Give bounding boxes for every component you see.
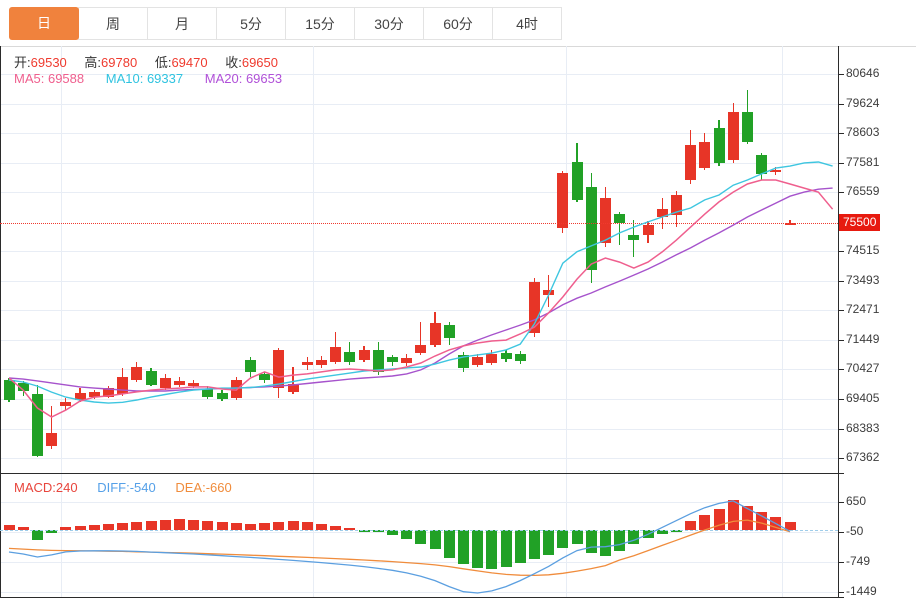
kline-chart-app: 日周月 5分 15分 30分 60分 4时 开:69530 高:69780 低:69470…: [0, 0, 916, 603]
macd-axis-label: -50: [846, 524, 864, 539]
ma5-value: 69588: [47, 71, 85, 86]
price-axis-label: 73493: [846, 272, 880, 287]
price-axis-label: 78603: [846, 125, 880, 140]
tab-60min[interactable]: 60分: [423, 7, 493, 40]
macd-readout: MACD:240 DIFF:-540 DEA:-660: [14, 480, 246, 495]
ma10-line: [8, 161, 833, 404]
ma-lines: [8, 161, 834, 418]
ohlc-readout: 开:69530 高:69780 低:69470 收:69650: [14, 52, 292, 71]
tab-5min[interactable]: 5分: [216, 7, 286, 40]
ma10-value: 69337: [146, 71, 184, 86]
high-label: 高:: [84, 55, 102, 70]
ma10-label: MA10:: [105, 71, 144, 86]
plot-axis-border: [838, 46, 839, 598]
macd-axis-label: 650: [846, 494, 867, 509]
diff-label: DIFF:: [97, 480, 130, 495]
ma20-value: 69653: [245, 71, 283, 86]
period-tabbar: 日周月 5分 15分 30分 60分 4时: [9, 7, 562, 40]
price-axis-label: 67362: [846, 450, 880, 464]
price-axis-label: 70427: [846, 361, 880, 376]
ma20-line: [8, 187, 833, 392]
ma5-line: [8, 179, 834, 418]
price-axis-label: 72471: [846, 302, 880, 317]
ma20-label: MA20:: [204, 71, 243, 86]
diff-value: -540: [129, 480, 156, 495]
ma-readout: MA5: 69588 MA10: 69337 MA20: 69653: [14, 71, 296, 86]
current-price-label: 75500: [839, 213, 881, 231]
close-label: 收:: [225, 55, 242, 70]
macd-bottom-border: [0, 597, 844, 598]
dea-line: [8, 519, 791, 577]
price-axis-label: 74515: [846, 243, 880, 258]
tab-4hour[interactable]: 4时: [492, 7, 562, 40]
dea-value: -660: [205, 480, 232, 495]
macd-axis-label: -749: [846, 554, 871, 569]
price-axis-label: 71449: [846, 331, 880, 346]
price-axis-label: 69405: [846, 390, 880, 405]
low-label: 低:: [154, 55, 172, 70]
price-axis-label: 80646: [846, 66, 880, 80]
price-axis-label: 77581: [846, 154, 880, 169]
macd-value: 240: [55, 480, 78, 495]
macd-label: MACD:: [14, 480, 56, 495]
tab-15min[interactable]: 15分: [285, 7, 355, 40]
diff-line: [8, 500, 791, 594]
open-label: 开:: [14, 55, 31, 70]
high-value: 69780: [101, 55, 138, 70]
open-value: 69530: [30, 55, 67, 70]
tab-week[interactable]: 周: [78, 7, 148, 40]
dea-label: DEA:: [175, 480, 206, 495]
tab-30min[interactable]: 30分: [354, 7, 424, 40]
price-axis-label: 79624: [846, 95, 880, 110]
low-value: 69470: [171, 55, 208, 70]
tab-day[interactable]: 日: [9, 7, 79, 40]
ma5-label: MA5:: [14, 71, 45, 86]
tab-month[interactable]: 月: [147, 7, 217, 40]
close-value: 69650: [241, 55, 278, 70]
macd-axis-label: -1449: [846, 584, 877, 599]
price-axis-label: 76559: [846, 184, 880, 199]
price-axis-label: 68383: [846, 420, 880, 435]
